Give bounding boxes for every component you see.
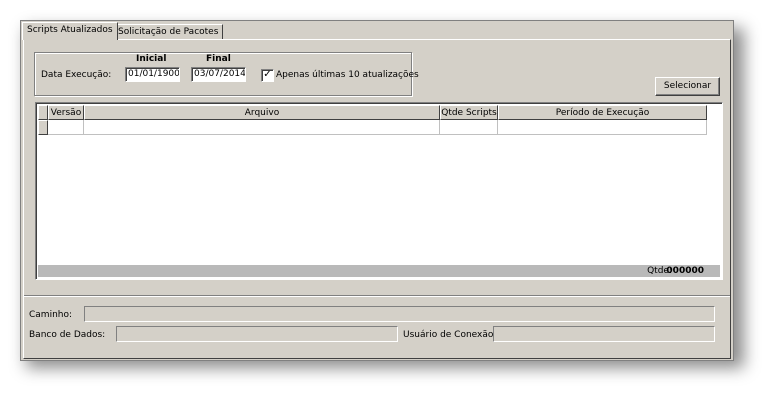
final-date-input[interactable] (191, 67, 246, 82)
column-header-label: Versão (50, 108, 82, 118)
scripts-window: Scripts Atualizados Solicitação de Pacot… (20, 20, 734, 361)
row-indicator[interactable] (38, 120, 48, 135)
column-header-qtde-scripts[interactable]: Qtde Scripts (440, 105, 498, 120)
caminho-label: Caminho: (29, 310, 73, 320)
date-filter-group: Data Execução: Inicial Final ✓ Apenas úl… (34, 52, 419, 96)
column-header-arquivo[interactable]: Arquivo (84, 105, 440, 120)
grid-corner-header (38, 105, 48, 120)
table-cell-qtde-scripts[interactable] (440, 120, 498, 135)
tab-label: Solicitação de Pacotes (118, 27, 219, 37)
apenas-ultimas-checkbox[interactable]: ✓ (261, 69, 274, 82)
banco-de-dados-label: Banco de Dados: (29, 330, 106, 340)
column-header-periodo-execucao[interactable]: Período de Execução (498, 105, 707, 120)
tab-solicitacao-de-pacotes[interactable]: Solicitação de Pacotes (113, 24, 224, 40)
inicial-date-input[interactable] (125, 67, 180, 82)
column-header-label: Período de Execução (555, 108, 650, 118)
scripts-grid[interactable]: Versão Arquivo Qtde Scripts Período de E… (35, 102, 723, 280)
table-cell-periodo-execucao[interactable] (498, 120, 707, 135)
section-divider (24, 295, 730, 297)
selecionar-button[interactable]: Selecionar (655, 77, 720, 96)
usuario-de-conexao-field (493, 326, 715, 342)
selecionar-label: Selecionar (663, 81, 712, 91)
column-header-versao[interactable]: Versão (48, 105, 84, 120)
usuario-de-conexao-label: Usuário de Conexão: (403, 330, 497, 340)
inicial-label: Inicial (136, 54, 167, 64)
final-label: Final (206, 54, 231, 64)
tab-label: Scripts Atualizados (27, 25, 113, 35)
tab-panel: Data Execução: Inicial Final ✓ Apenas úl… (23, 39, 731, 359)
grid-footer: Qtde: 000000 (38, 265, 720, 277)
apenas-ultimas-label: Apenas últimas 10 atualizações (276, 70, 419, 80)
banco-de-dados-field (116, 326, 398, 342)
column-header-label: Arquivo (244, 108, 280, 118)
data-execucao-label: Data Execução: (41, 70, 112, 80)
caminho-field (84, 306, 715, 322)
qtde-value: 000000 (666, 266, 704, 276)
column-header-label: Qtde Scripts (441, 108, 497, 118)
tab-scripts-atualizados[interactable]: Scripts Atualizados (22, 22, 118, 40)
table-cell-versao[interactable] (48, 120, 84, 135)
table-cell-arquivo[interactable] (84, 120, 440, 135)
